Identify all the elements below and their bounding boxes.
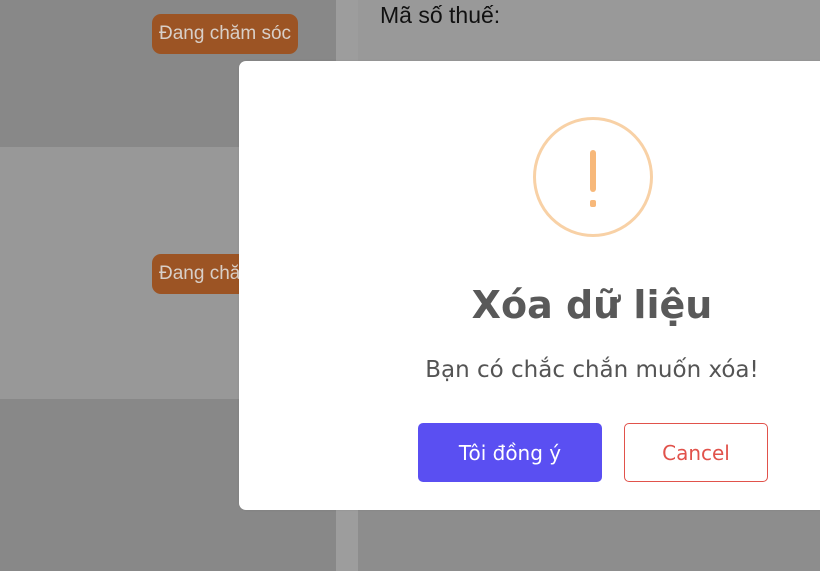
status-badge: Đang chăm sóc — [152, 14, 299, 54]
exclamation-icon — [533, 117, 653, 237]
exclamation-dot — [590, 200, 596, 207]
delete-confirm-dialog: Xóa dữ liệu Bạn có chắc chắn muốn xóa! T… — [239, 61, 820, 510]
dialog-message: Bạn có chắc chắn muốn xóa! — [425, 357, 759, 383]
exclamation-bar — [590, 150, 596, 192]
confirm-button[interactable]: Tôi đồng ý — [418, 423, 602, 482]
detail-panel-footer — [358, 510, 820, 571]
dialog-title: Xóa dữ liệu — [471, 283, 713, 327]
cancel-button[interactable]: Cancel — [624, 423, 768, 482]
tax-code-label: Mã số thuế: — [380, 2, 501, 28]
page: Đang chăm sóc Đang chăm sóc Mã số thuế: … — [0, 0, 820, 571]
